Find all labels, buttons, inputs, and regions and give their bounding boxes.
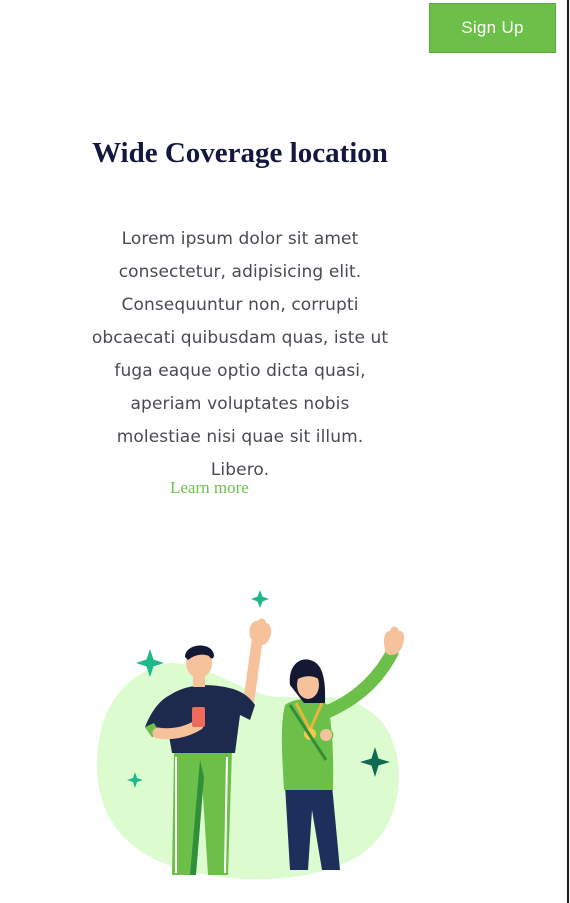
sign-up-button[interactable]: Sign Up bbox=[429, 3, 556, 53]
page: Sign Up Wide Coverage location Lorem ips… bbox=[0, 0, 570, 903]
people-waving-illustration bbox=[96, 590, 405, 880]
viewport-edge bbox=[567, 0, 569, 903]
sparkle-icon bbox=[251, 590, 269, 608]
learn-more-link[interactable]: Learn more bbox=[170, 478, 249, 498]
section-description: Lorem ipsum dolor sit amet consectetur, … bbox=[91, 229, 389, 480]
section-title: Wide Coverage location bbox=[92, 137, 388, 169]
